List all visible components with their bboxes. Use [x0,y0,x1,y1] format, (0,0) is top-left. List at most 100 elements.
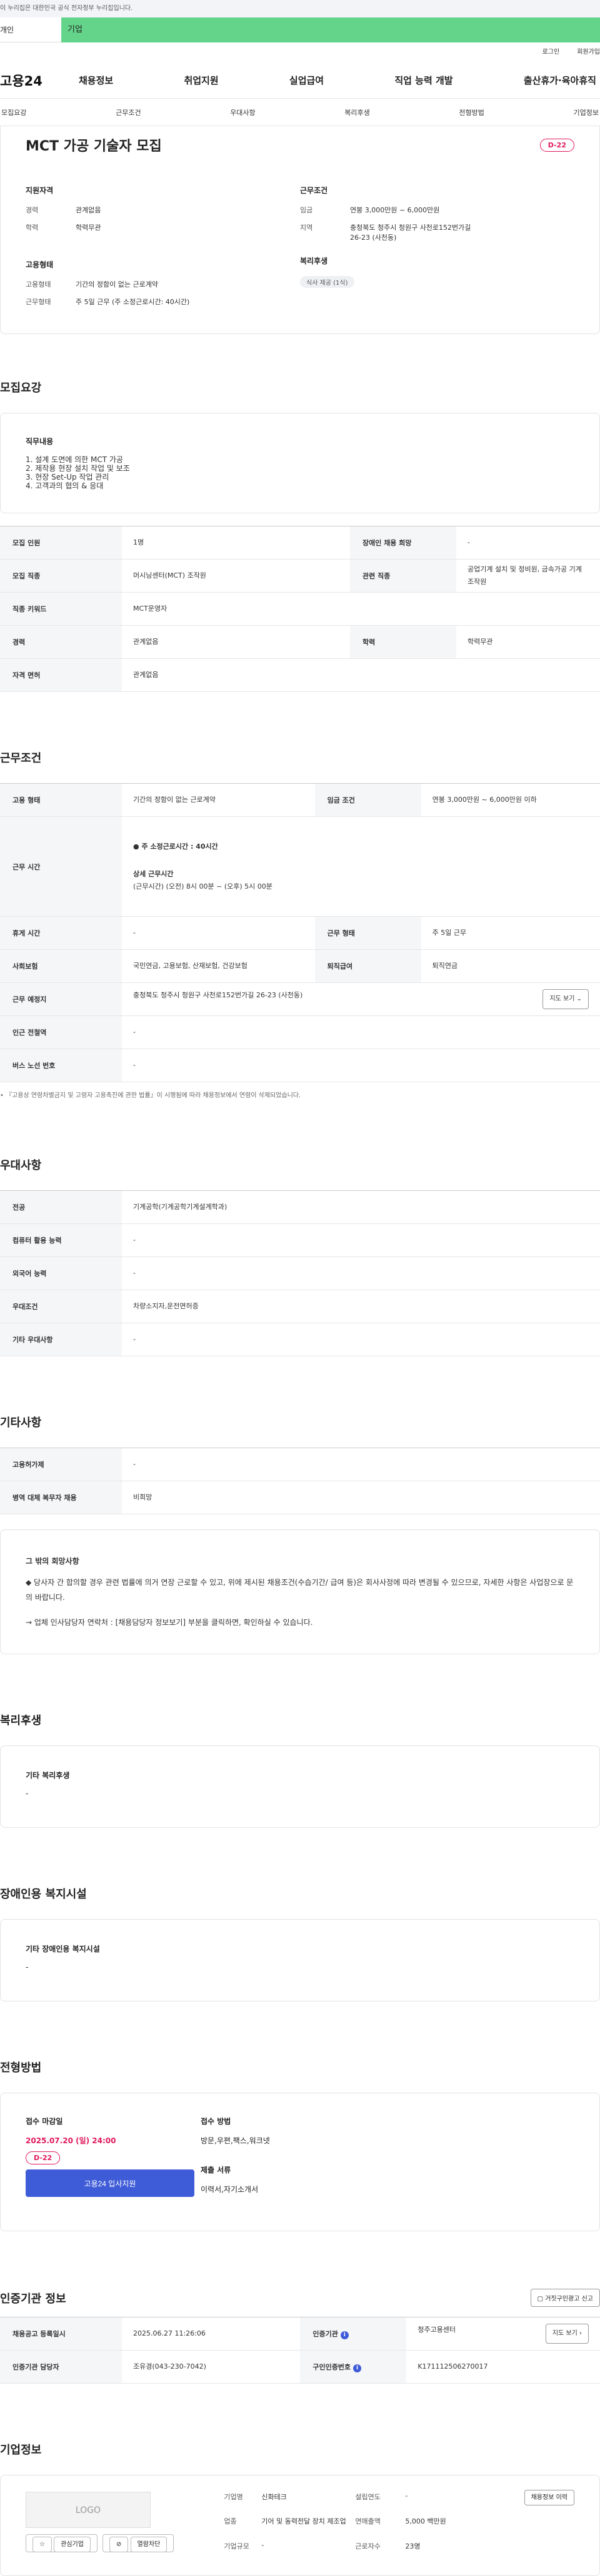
signup-link[interactable]: 회원가입 [577,42,600,62]
cell-label: 병역 대체 복무자 채용 [0,1481,122,1514]
document-icon: ▢ [537,2296,544,2302]
cell-value: 2025.06.27 11:26:06 [122,2317,301,2351]
company-field-value: 5,000 백만원 [405,2517,446,2526]
cell-label: 학력 [350,625,456,659]
tab-personal[interactable]: 개인 [0,17,61,42]
cell-label: 근무 형태 [314,916,421,950]
company-field-label: 기업규모 [224,2542,249,2550]
summary-card: MCT 가공 기술자 모집 D-22 지원자격 경력 관계없음 학력 학력무관 고용… [0,126,600,334]
gnb-item-benefit[interactable]: 실업급여 [286,74,328,87]
subnav-process[interactable]: 전형방법 [458,107,485,117]
table-row: 우대조건 차량소지자,운전면허증 [0,1290,600,1323]
map-button-label: 지도 보기 [552,2330,578,2337]
cell-value: 기계공학(기계공학기계설계학과) [122,1190,600,1224]
company-field-value: 기어 및 동력전달 장치 제조업 [261,2517,346,2526]
chevron-down-icon: ⌄ [576,995,582,1002]
cell-value: 비희망 [122,1481,600,1514]
company-field-value: - [261,2540,264,2549]
map-button[interactable]: 지도 보기 ⌄ [542,989,589,1009]
qual-value: 관계없음 [76,206,101,214]
duty-heading: 직무내용 [26,437,54,446]
cell-label: 근무 시간 [0,816,122,917]
duty-box: 직무내용 1. 설계 도면에 의한 MCT 가공 2. 제작용 현장 설치 작업… [0,413,600,513]
cell-label: 우대조건 [0,1290,122,1323]
table-row: 직종 키워드 MCT운영자 [0,592,600,626]
cell-label: 구인인증번호 i [300,2350,407,2384]
gnb-item-leave[interactable]: 출산휴가·육아휴직 [520,74,600,87]
cond-label: 지역 [300,224,313,232]
work-time-detail: (근무시간) (오전) 8시 00분 ~ (오후) 5시 00분 [133,882,272,891]
cell-value: 국민연금, 고용보험, 산재보험, 건강보험 [122,949,315,983]
method-heading: 접수 방법 [201,2117,231,2126]
cell-value: 학력무관 [456,625,600,659]
star-icon: ☆ [32,2537,52,2552]
cell-label: 근무 예정지 [0,982,122,1016]
welfare-heading: 복리후생 [300,257,328,265]
dday-badge: D-22 [539,138,574,152]
subnav-company[interactable]: 기업정보 [572,107,599,117]
table-row: 채용공고 등록일시 2025.06.27 11:26:06 인증기관 i 청주고용센… [0,2317,600,2351]
cell-label: 기타 우대사항 [0,1323,122,1356]
company-field-label: 업종 [224,2517,237,2526]
company-history-button[interactable]: 채용정보 이력 [524,2490,574,2505]
cond-heading: 근무조건 [300,186,328,195]
site-logo[interactable]: 고용24 [0,71,75,90]
emp-label: 고용형태 [26,280,51,289]
subnav-pref[interactable]: 우대사항 [229,107,256,117]
gnb-item-training[interactable]: 직업 능력 개발 [391,74,456,87]
cell-label: 모집 직종 [0,559,122,593]
cell-label: 직종 키워드 [0,592,122,626]
cell-label: 고용허가제 [0,1448,122,1481]
cell-value: 차량소지자,운전면허증 [122,1290,600,1323]
report-button-label: 거짓구인광고 신고 [545,2296,593,2302]
table-row: 경력 관계없음 학력 학력무관 [0,625,600,659]
process-heading: 전형방법 [0,2061,42,2075]
method-value: 방문,우편,팩스,워크넷 [201,2136,270,2145]
gnb-item-support[interactable]: 취업지원 [180,74,222,87]
gnb-item-jobs[interactable]: 채용정보 [75,74,117,87]
company-logo: LOGO [26,2492,151,2528]
work-time-cell: ● 주 소정근로시간 : 40시간 상세 근무시간 (근무시간) (오전) 8시… [122,816,600,917]
section-nav: 모집요강 근무조건 우대사항 복리후생 전형방법 기업정보 [0,99,600,126]
pref-table: 전공 기계공학(기계공학기계설계학과) 컴퓨터 활용 능력 - 외국어 능력 - 우대… [0,1190,600,1356]
docs-heading: 제출 서류 [201,2166,231,2174]
apply-button[interactable]: 고용24 입사지원 [26,2169,194,2197]
cell-value: - [122,1256,600,1290]
disabled-heading: 장애인용 복지시설 [0,1888,87,1901]
duty-item: 4. 고객과의 협의 & 응대 [26,481,104,490]
deadline-heading: 접수 마감일 [26,2117,63,2126]
gov-banner: 이 누리집은 대한민국 공식 전자정부 누리집입니다. [0,0,600,17]
agency-map-button[interactable]: 지도 보기 › [545,2324,589,2344]
work-table: 고용 형태 기간의 정함이 없는 근로계약 임금 조건 연봉 3,000만원 ~ 6… [0,783,600,1082]
company-info-grid: 기업명 신화테크 설립연도 - 업종 기어 및 동력전달 장치 제조업 연매출액 5,0… [224,2492,499,2559]
cell-value: 공업기계 설치 및 정비원, 금속가공 기계 조작원 [456,559,600,593]
block-button[interactable]: ⊘ 열람차단 [102,2534,174,2552]
cell-value: 퇴직연금 [421,949,600,983]
agency-label-text: 인증기관 [312,2329,338,2338]
duty-item: 1. 설계 도면에 의한 MCT 가공 [26,455,123,464]
cell-label: 사회보험 [0,949,122,983]
subnav-welfare[interactable]: 복리후생 [343,107,371,117]
top-tabs: 개인 기업 [0,17,600,42]
favorite-button[interactable]: ☆ 관심기업 [26,2534,98,2552]
tab-company[interactable]: 기업 [61,17,600,42]
gnb-menu: 채용정보 취업지원 실업급여 직업 능력 개발 출산휴가·육아휴직 [75,74,600,87]
qual-heading: 지원자격 [26,186,54,195]
login-link[interactable]: 로그인 [542,42,560,62]
info-icon[interactable]: i [353,2364,362,2372]
block-button-label: 열람차단 [130,2537,168,2552]
company-field-value: 23명 [405,2542,421,2550]
company-heading: 기업정보 [0,2444,42,2457]
subnav-work[interactable]: 근무조건 [114,107,142,117]
info-icon[interactable]: i [340,2331,349,2339]
cell-value: 관계없음 [122,625,350,659]
report-button[interactable]: ▢ 거짓구인광고 신고 [530,2289,600,2307]
table-row: 컴퓨터 활용 능력 - [0,1223,600,1257]
subnav-recruit[interactable]: 모집요강 [0,107,28,117]
agency-heading: 인증기관 정보 [0,2292,66,2306]
cell-label: 컴퓨터 활용 능력 [0,1223,122,1257]
work-time-main-text: 주 소정근로시간 : 40시간 [141,842,218,851]
table-row: 휴게 시간 - 근무 형태 주 5일 근무 [0,916,600,950]
table-row: 외국어 능력 - [0,1256,600,1290]
qual-label: 경력 [26,206,39,214]
